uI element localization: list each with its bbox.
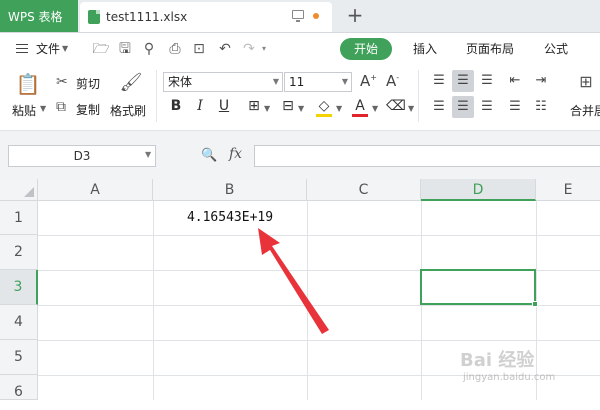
annotation-arrow xyxy=(258,228,329,334)
watermark-logo: Bai 经验 xyxy=(460,350,535,371)
watermark-url: jingyan.baidu.com xyxy=(463,372,556,383)
red-arrow-icon xyxy=(258,228,329,334)
